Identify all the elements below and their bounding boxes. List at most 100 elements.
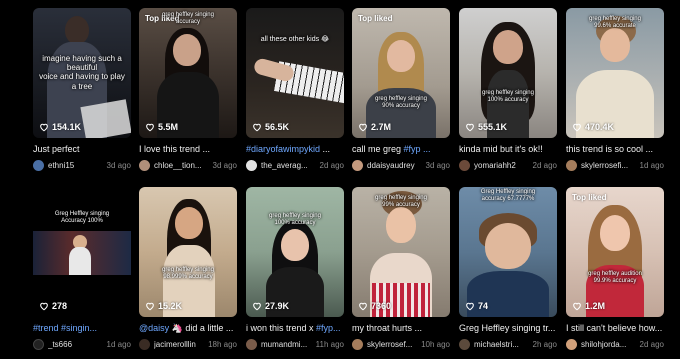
video-overlay-text: greg heffley audition 99.9% accuracy [588, 271, 642, 284]
video-card[interactable]: Top liked greg heffley singing 90% accur… [352, 8, 450, 171]
post-date: 1d ago [639, 160, 664, 170]
username[interactable]: yomariahh2 [474, 161, 516, 170]
video-meta: michaelstri... 2h ago [459, 338, 557, 350]
video-caption[interactable]: Greg Heffley singing tr... [459, 323, 557, 334]
person-figure [175, 207, 203, 239]
video-card[interactable]: all these other kids 😂 56.5K #diaryofawi… [246, 8, 344, 171]
person-figure [600, 28, 630, 62]
heart-icon [466, 302, 474, 311]
avatar[interactable] [459, 338, 470, 350]
video-thumbnail[interactable]: greg heffley singing 100% accuracy 27.9K [246, 187, 344, 317]
video-card[interactable]: Top liked greg heffley audition 99.9% ac… [566, 187, 664, 350]
video-caption[interactable]: my throat hurts ... [352, 323, 450, 334]
video-meta: ddaisyaudrey 3d ago [352, 159, 450, 171]
video-caption[interactable]: kinda mid but it's ok!! [459, 144, 557, 155]
video-thumbnail[interactable]: Top liked greg heffley singing 90% accur… [352, 8, 450, 138]
avatar[interactable] [246, 338, 257, 350]
video-caption[interactable]: I still can't believe how... [566, 323, 664, 334]
video-card[interactable]: greg heffley singing 98.999% accuracy 15… [139, 187, 237, 350]
video-meta: yomariahh2 2d ago [459, 159, 557, 171]
username[interactable]: shilohjorda... [581, 340, 626, 349]
view-count: 1.2M [572, 301, 605, 311]
video-overlay-text: imagine having such a beautiful voice an… [39, 54, 125, 91]
video-overlay-text: Greg Heffley singing accuracy 67.7777% [480, 189, 536, 202]
video-overlay-text: greg heffley singing 98.999% accuracy [162, 267, 214, 280]
avatar[interactable] [352, 159, 363, 171]
post-date: 3d ago [425, 160, 450, 170]
video-thumbnail[interactable]: Top liked greg heffley audition 99.9% ac… [566, 187, 664, 317]
post-date: 3d ago [106, 160, 131, 170]
username[interactable]: jacimerolllin [154, 340, 196, 349]
username[interactable]: ethni15 [48, 161, 74, 170]
video-meta: shilohjorda... 2d ago [566, 338, 664, 350]
video-thumbnail[interactable]: imagine having such a beautiful voice an… [33, 8, 131, 138]
post-date: 11h ago [315, 339, 344, 349]
video-thumbnail[interactable]: Greg Heffley singing accuracy 67.7777% 7… [459, 187, 557, 317]
video-card[interactable]: greg heffley singing 100% accuracy 555.1… [459, 8, 557, 171]
avatar[interactable] [246, 159, 257, 171]
video-caption[interactable]: #trend #singin... [33, 323, 131, 334]
heart-icon [359, 123, 367, 132]
username[interactable]: chloe__tion... [154, 161, 202, 170]
post-date: 18h ago [208, 339, 237, 349]
video-thumbnail[interactable]: greg heffley singing 98.999% accuracy 15… [139, 187, 237, 317]
video-meta: chloe__tion... 3d ago [139, 159, 237, 171]
avatar[interactable] [33, 338, 44, 350]
video-meta: _ts666 1d ago [33, 338, 131, 350]
video-card[interactable]: Greg Heffley singing Accuracy 100% 278 #… [33, 187, 131, 350]
heart-icon [573, 302, 581, 311]
username[interactable]: skylerrosefi... [581, 161, 628, 170]
person-figure [387, 40, 415, 72]
video-card[interactable]: greg heffley singing 99% accuracy 7360 m… [352, 187, 450, 350]
avatar[interactable] [33, 159, 44, 171]
video-caption[interactable]: call me greg #fyp ... [352, 144, 450, 155]
video-meta: the_averag... 2d ago [246, 159, 344, 171]
username[interactable]: mumandmi... [261, 340, 307, 349]
video-card[interactable]: Greg Heffley singing accuracy 67.7777% 7… [459, 187, 557, 350]
username[interactable]: _ts666 [48, 340, 72, 349]
video-caption[interactable]: i won this trend x #fyp... [246, 323, 344, 334]
video-thumbnail[interactable]: Top liked greg heffley singing accuracy … [139, 8, 237, 138]
avatar[interactable] [459, 159, 470, 171]
video-overlay-text: greg heffley singing 90% accuracy [375, 96, 427, 109]
view-count: 154.1K [39, 122, 81, 132]
heart-icon [573, 123, 581, 132]
username[interactable]: ddaisyaudrey [367, 161, 415, 170]
avatar[interactable] [139, 338, 150, 350]
video-card[interactable]: imagine having such a beautiful voice an… [33, 8, 131, 171]
post-date: 2h ago [532, 339, 557, 349]
username[interactable]: skylerrosef... [367, 340, 412, 349]
video-caption[interactable]: @daisy 🦄 did a little ... [139, 323, 237, 334]
video-caption[interactable]: I love this trend ... [139, 144, 237, 155]
post-date: 1d ago [106, 339, 131, 349]
view-count: 278 [39, 301, 67, 311]
heart-icon [40, 123, 48, 132]
video-card[interactable]: Top liked greg heffley singing accuracy … [139, 8, 237, 171]
video-thumbnail[interactable]: greg heffley singing 99.6% accurate 470.… [566, 8, 664, 138]
avatar[interactable] [566, 159, 577, 171]
video-thumbnail[interactable]: Greg Heffley singing Accuracy 100% 278 [33, 187, 131, 317]
video-thumbnail[interactable]: greg heffley singing 99% accuracy 7360 [352, 187, 450, 317]
heart-icon [146, 302, 154, 311]
username[interactable]: michaelstri... [474, 340, 519, 349]
avatar[interactable] [566, 338, 577, 350]
video-caption[interactable]: this trend is so cool ... [566, 144, 664, 155]
heart-icon [146, 123, 154, 132]
video-thumbnail[interactable]: greg heffley singing 100% accuracy 555.1… [459, 8, 557, 138]
video-caption[interactable]: #diaryofawimpykid ... [246, 144, 344, 155]
video-caption[interactable]: Just perfect [33, 144, 131, 155]
video-card[interactable]: greg heffley singing 100% accuracy 27.9K… [246, 187, 344, 350]
top-liked-badge: Top liked [572, 193, 607, 202]
person-figure [173, 34, 201, 66]
video-thumbnail[interactable]: all these other kids 😂 56.5K [246, 8, 344, 138]
view-count: 5.5M [145, 122, 178, 132]
video-meta: mumandmi... 11h ago [246, 338, 344, 350]
username[interactable]: the_averag... [261, 161, 308, 170]
avatar[interactable] [352, 338, 363, 350]
video-card[interactable]: greg heffley singing 99.6% accurate 470.… [566, 8, 664, 171]
video-overlay-text: greg heffley singing 99% accuracy [375, 195, 427, 208]
view-count: 7360 [358, 301, 391, 311]
video-meta: skylerrosefi... 1d ago [566, 159, 664, 171]
heart-icon [253, 123, 261, 132]
avatar[interactable] [139, 159, 150, 171]
